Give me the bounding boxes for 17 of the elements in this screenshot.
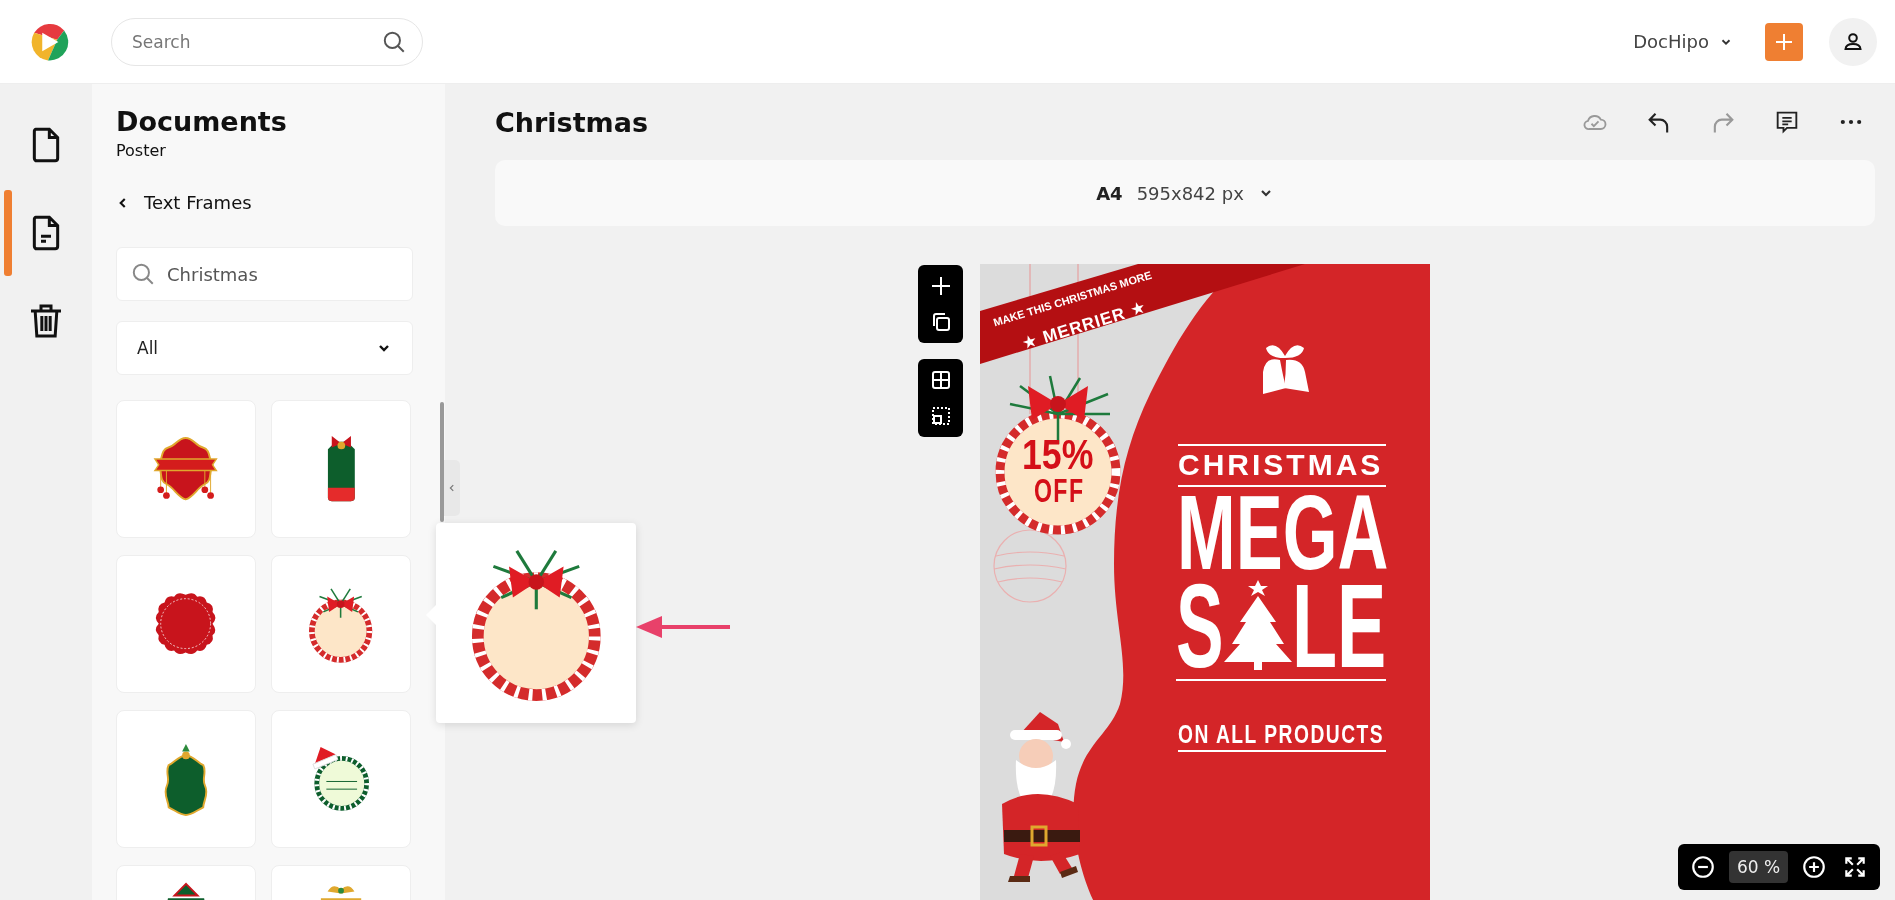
poster-tagline: ON ALL PRODUCTS bbox=[1178, 721, 1385, 747]
panel-title: Documents bbox=[116, 106, 288, 137]
back-link[interactable]: Text Frames bbox=[116, 192, 252, 213]
page-size-selector[interactable]: A4 595x842 px bbox=[1096, 182, 1274, 204]
zoom-level-field[interactable]: 60 % bbox=[1728, 851, 1789, 883]
poster-headline: S bbox=[1176, 581, 1224, 671]
discount-text: 15% bbox=[1022, 434, 1094, 476]
filter-dropdown[interactable]: All bbox=[116, 321, 413, 375]
poster-headline: LE bbox=[1292, 581, 1387, 671]
poster-headline: MEGA bbox=[1177, 493, 1389, 573]
search-field[interactable]: Search bbox=[111, 17, 423, 66]
panel-subtitle: Poster bbox=[116, 141, 167, 160]
search-field[interactable]: Christmas bbox=[116, 247, 413, 301]
account-menu[interactable]: DocHipo bbox=[1633, 31, 1733, 52]
discount-label: OFF bbox=[1034, 474, 1085, 507]
document-title: Christmas bbox=[495, 106, 648, 138]
poster-heading: CHRISTMAS bbox=[1178, 450, 1384, 480]
